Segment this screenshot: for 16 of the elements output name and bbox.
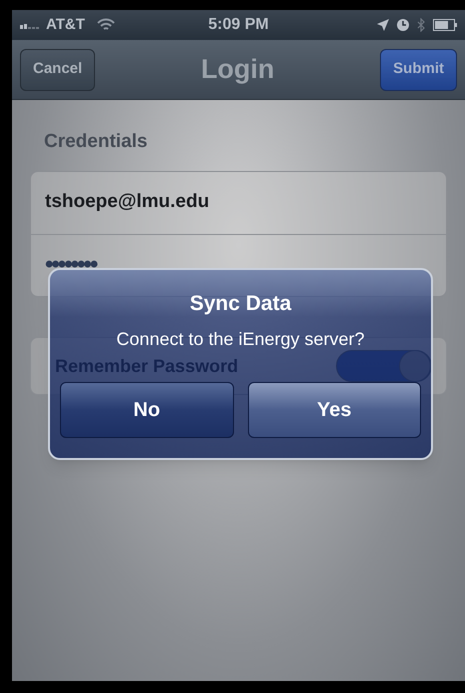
signal-icon — [20, 21, 42, 29]
section-header: Credentials — [44, 130, 148, 154]
carrier-name: AT&T — [46, 14, 85, 35]
yes-button[interactable]: Yes — [248, 382, 421, 438]
no-button[interactable]: No — [60, 382, 234, 438]
location-arrow-icon — [377, 19, 389, 31]
battery-icon — [433, 19, 457, 31]
bluetooth-icon — [417, 18, 425, 32]
alert-message: Connect to the iEnergy server? — [116, 330, 365, 348]
clock-icon — [397, 19, 409, 31]
submit-button[interactable]: Submit — [380, 48, 457, 90]
cancel-button[interactable]: Cancel — [20, 48, 96, 90]
navigation-title: Login — [200, 53, 274, 86]
email-field[interactable]: tshoepe@lmu.edu — [31, 172, 446, 234]
clock-time: 5:09 PM — [208, 15, 269, 35]
wifi-icon — [96, 18, 115, 32]
